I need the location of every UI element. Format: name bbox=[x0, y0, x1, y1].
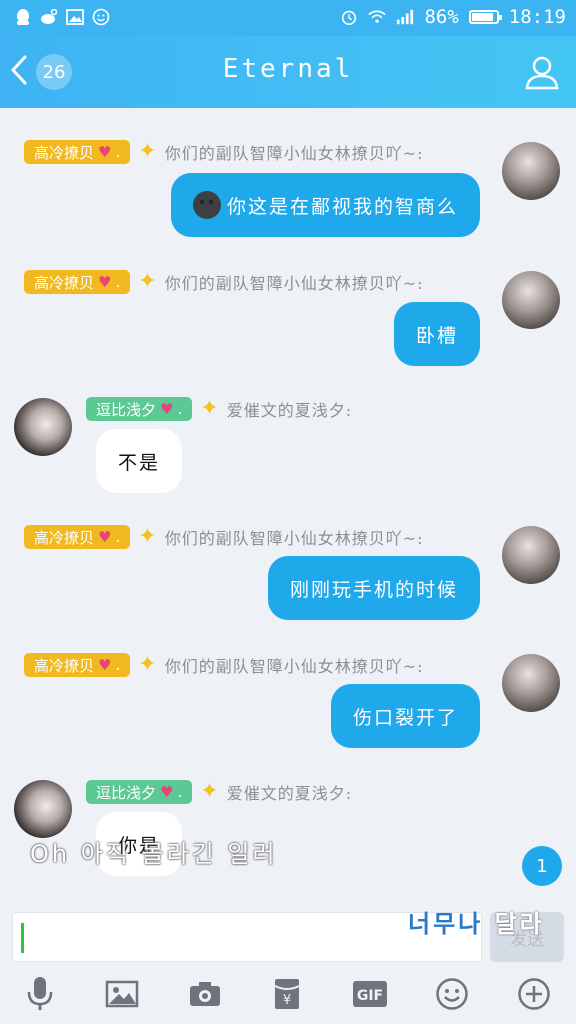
wifi-icon bbox=[368, 8, 387, 26]
lyric-overlay-line1: Oh 아직 몰라긴 일러 bbox=[30, 840, 278, 868]
sender-nickname: 你们的副队智障小仙女林撩贝吖~: bbox=[164, 274, 424, 293]
person-icon bbox=[522, 56, 562, 96]
microphone-icon[interactable] bbox=[18, 972, 62, 1016]
sender-nickname: 爱催文的夏浅夕: bbox=[226, 784, 353, 803]
signal-icon bbox=[396, 8, 414, 26]
sender-nickname: 你们的副队智障小仙女林撩贝吖~: bbox=[164, 657, 424, 676]
heart-icon: ♥ bbox=[98, 656, 112, 674]
message-meta: 高冷撩贝 ♥. ✦ 你们的副队智障小仙女林撩贝吖~: bbox=[24, 270, 424, 294]
message-text: 伤口裂开了 bbox=[352, 706, 458, 729]
message-text: 刚刚玩手机的时候 bbox=[289, 578, 458, 601]
heart-icon: ♥ bbox=[98, 528, 112, 546]
message-meta: 高冷撩贝 ♥. ✦ 你们的副队智障小仙女林撩贝吖~: bbox=[24, 653, 424, 677]
message-bubble[interactable]: 刚刚玩手机的时候 bbox=[267, 556, 480, 620]
camera-icon[interactable] bbox=[183, 972, 227, 1016]
lyric-overlay-line2: 너무나 달라 bbox=[408, 904, 545, 939]
group-profile-button[interactable] bbox=[522, 52, 562, 92]
avatar[interactable] bbox=[502, 526, 560, 584]
svg-text:GIF: GIF bbox=[357, 988, 383, 1004]
alarm-icon bbox=[340, 8, 358, 26]
star-icon: ✦ bbox=[138, 652, 157, 677]
gallery-icon bbox=[66, 8, 84, 26]
clock: 18:19 bbox=[508, 6, 566, 28]
message-text: 不是 bbox=[118, 451, 161, 474]
heart-icon: ♥ bbox=[98, 143, 112, 161]
weibo-icon bbox=[40, 8, 58, 26]
star-icon: ✦ bbox=[200, 779, 219, 804]
lyric-word-white: 달라 bbox=[483, 910, 545, 938]
star-icon: ✦ bbox=[138, 269, 157, 294]
gif-icon[interactable]: GIF bbox=[348, 972, 392, 1016]
input-toolbar: ¥ GIF bbox=[0, 972, 576, 1024]
text-caret bbox=[21, 923, 24, 953]
qq-icon bbox=[14, 8, 32, 26]
member-tag: 高冷撩贝 ♥. bbox=[24, 140, 131, 164]
message-bubble[interactable]: 伤口裂开了 bbox=[330, 684, 480, 748]
star-icon: ✦ bbox=[138, 524, 157, 549]
new-message-badge[interactable]: 1 bbox=[522, 846, 562, 886]
avatar[interactable] bbox=[502, 654, 560, 712]
svg-text:¥: ¥ bbox=[283, 993, 291, 1008]
star-icon: ✦ bbox=[200, 396, 219, 421]
member-tag: 高冷撩贝 ♥. bbox=[24, 525, 131, 549]
heart-icon: ♥ bbox=[98, 273, 112, 291]
avatar[interactable] bbox=[502, 142, 560, 200]
chat-title: Eternal bbox=[222, 54, 354, 84]
sender-nickname: 爱催文的夏浅夕: bbox=[226, 401, 353, 420]
star-icon: ✦ bbox=[138, 139, 157, 164]
lyric-word-blue: 너무나 bbox=[408, 910, 484, 938]
heart-icon: ♥ bbox=[160, 400, 174, 418]
avatar[interactable] bbox=[14, 398, 72, 456]
member-tag: 高冷撩贝 ♥. bbox=[24, 653, 131, 677]
message-meta: 逗比浅夕 ♥. ✦ 爱催文的夏浅夕: bbox=[86, 397, 352, 421]
moon-face-icon bbox=[192, 191, 221, 219]
smiley-notification-icon bbox=[92, 8, 110, 26]
message-meta: 高冷撩贝 ♥. ✦ 你们的副队智障小仙女林撩贝吖~: bbox=[24, 140, 424, 164]
sender-nickname: 你们的副队智障小仙女林撩贝吖~: bbox=[164, 144, 424, 163]
message-bubble[interactable]: 你这是在鄙视我的智商么 bbox=[170, 173, 480, 237]
member-tag: 高冷撩贝 ♥. bbox=[24, 270, 131, 294]
sender-nickname: 你们的副队智障小仙女林撩贝吖~: bbox=[164, 529, 424, 548]
message-text: 卧槽 bbox=[415, 324, 458, 347]
member-tag: 逗比浅夕 ♥. bbox=[86, 397, 193, 421]
chat-header: 26 Eternal bbox=[0, 36, 576, 108]
plus-icon[interactable] bbox=[512, 972, 556, 1016]
emoji-icon[interactable] bbox=[430, 972, 474, 1016]
message-text: 你这是在鄙视我的智商么 bbox=[226, 195, 458, 218]
red-packet-icon[interactable]: ¥ bbox=[265, 972, 309, 1016]
member-tag: 逗比浅夕 ♥. bbox=[86, 780, 193, 804]
avatar[interactable] bbox=[502, 271, 560, 329]
heart-icon: ♥ bbox=[160, 783, 174, 801]
avatar[interactable] bbox=[14, 780, 72, 838]
status-bar: 86% 18:19 bbox=[0, 0, 576, 36]
message-meta: 高冷撩贝 ♥. ✦ 你们的副队智障小仙女林撩贝吖~: bbox=[24, 525, 424, 549]
message-meta: 逗比浅夕 ♥. ✦ 爱催文的夏浅夕: bbox=[86, 780, 352, 804]
image-icon[interactable] bbox=[100, 972, 144, 1016]
battery-icon bbox=[468, 10, 502, 24]
message-bubble[interactable]: 卧槽 bbox=[393, 302, 480, 366]
message-bubble[interactable]: 不是 bbox=[96, 429, 183, 493]
battery-percent: 86% bbox=[424, 6, 459, 28]
